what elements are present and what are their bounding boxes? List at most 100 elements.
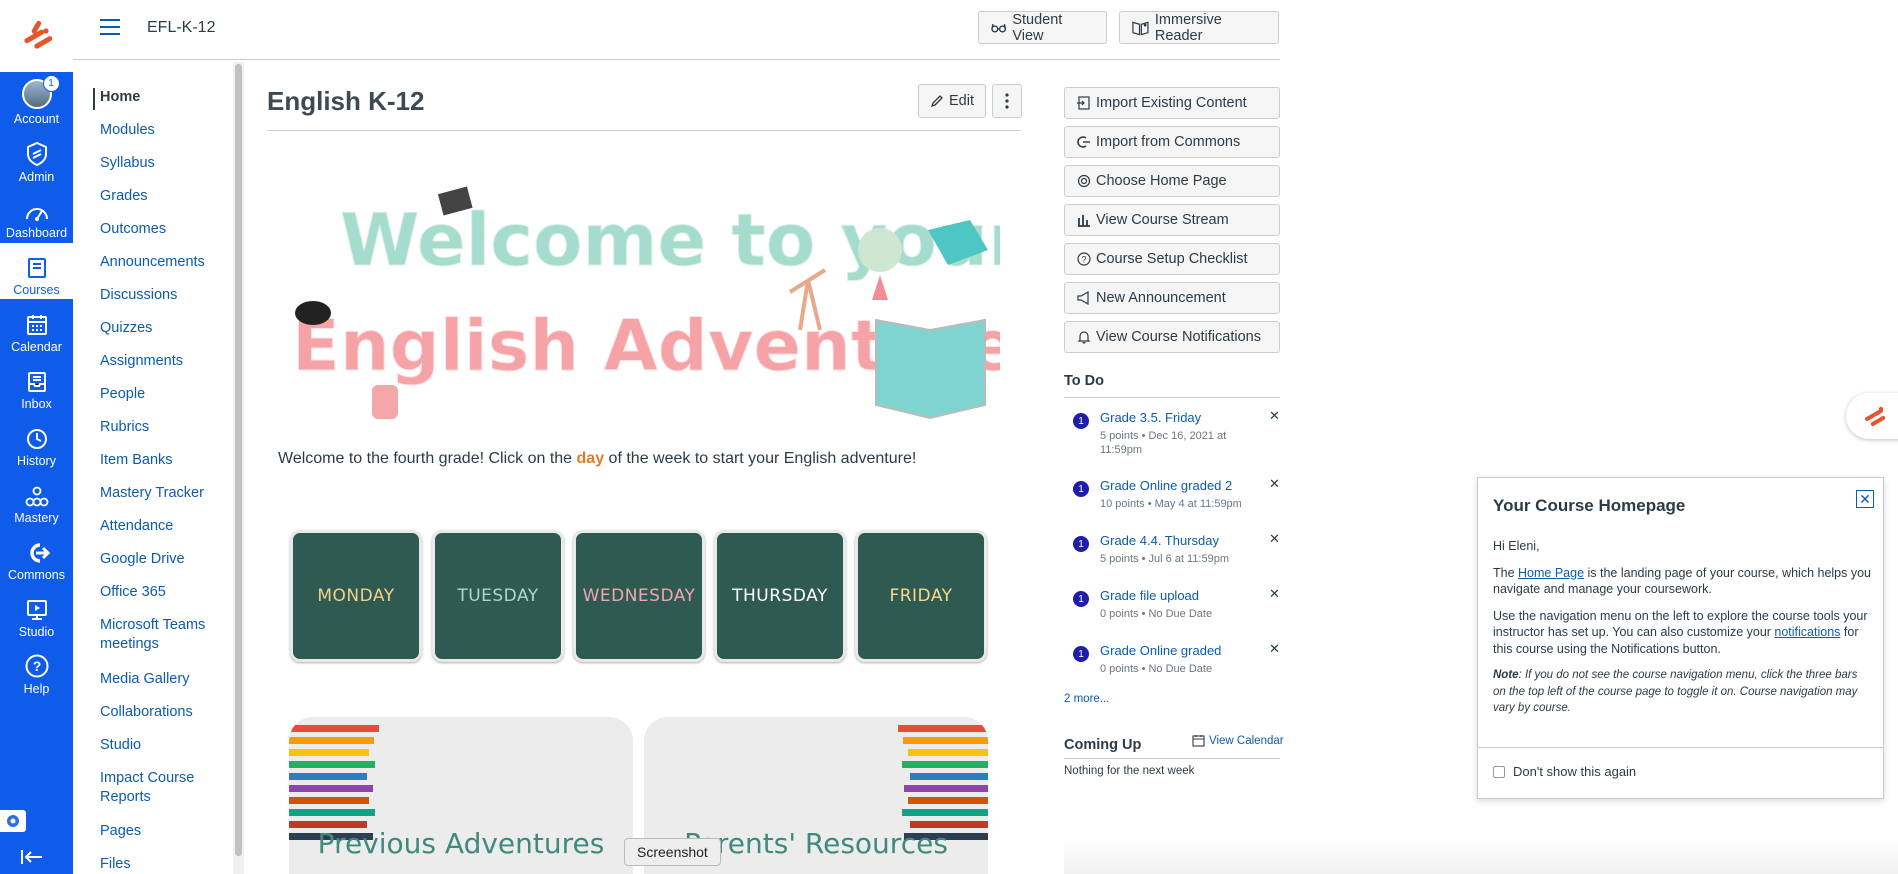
course-nav-studio[interactable]: Studio xyxy=(100,736,228,755)
todo-divider xyxy=(1064,397,1280,398)
import-existing-content-button[interactable]: Import Existing Content xyxy=(1064,87,1280,119)
welcome-banner-image: Welcome to your English Adventure! xyxy=(292,186,1000,420)
course-nav-assignments[interactable]: Assignments xyxy=(100,352,228,371)
course-nav-mastery-tracker[interactable]: Mastery Tracker xyxy=(100,484,228,503)
course-header: EFL-K-12 Student View Immersive Reader xyxy=(73,0,1280,60)
todo-title[interactable]: Grade file upload xyxy=(1100,588,1199,603)
todo-title[interactable]: Grade Online graded 2 xyxy=(1100,478,1232,493)
view-course-stream-button[interactable]: View Course Stream xyxy=(1064,204,1280,236)
course-nav-teams-meetings[interactable]: Microsoft Teams meetings xyxy=(100,616,228,654)
popover-title: Your Course Homepage xyxy=(1493,496,1686,515)
home-page-link[interactable]: Home Page xyxy=(1518,566,1584,580)
course-nav-scroll-thumb[interactable] xyxy=(235,64,242,856)
global-nav-account[interactable]: 1 Account xyxy=(0,72,73,128)
new-announcement-button[interactable]: New Announcement xyxy=(1064,282,1280,314)
banner-line-1: Welcome to your xyxy=(340,198,1000,282)
day-label: THURSDAY xyxy=(732,586,828,606)
course-nav-office-365[interactable]: Office 365 xyxy=(100,583,228,602)
course-nav-impact-reports[interactable]: Impact Course Reports xyxy=(100,769,228,807)
todo-more-link[interactable]: 2 more... xyxy=(1064,693,1109,705)
more-options-button[interactable] xyxy=(992,84,1022,118)
import-from-commons-button[interactable]: Import from Commons xyxy=(1064,126,1280,158)
student-view-button[interactable]: Student View xyxy=(978,11,1107,44)
global-nav-inbox[interactable]: Inbox xyxy=(0,357,73,413)
global-nav-studio[interactable]: Studio xyxy=(0,585,73,641)
view-calendar-label: View Calendar xyxy=(1209,734,1284,747)
sidebar-button-label: Import Existing Content xyxy=(1096,95,1247,111)
day-card-wednesday[interactable]: WEDNESDAY xyxy=(573,530,705,662)
globe-icon xyxy=(858,228,902,272)
intro-text-end: of the week to start your English advent… xyxy=(604,450,917,467)
day-card-tuesday[interactable]: TUESDAY xyxy=(432,530,564,662)
studio-mini-button[interactable] xyxy=(0,810,26,832)
course-nav-home[interactable]: Home xyxy=(100,88,228,107)
view-course-notifications-button[interactable]: View Course Notifications xyxy=(1064,321,1280,353)
todo-meta: 0 points • No Due Date xyxy=(1100,608,1213,620)
edit-label: Edit xyxy=(949,93,974,109)
course-nav-google-drive[interactable]: Google Drive xyxy=(100,550,228,569)
close-icon: ✕ xyxy=(1859,490,1871,507)
dont-show-again-option[interactable]: Don't show this again xyxy=(1493,764,1636,779)
course-nav-discussions[interactable]: Discussions xyxy=(100,286,228,305)
dismiss-icon[interactable]: ✕ xyxy=(1269,586,1280,602)
course-nav-media-gallery[interactable]: Media Gallery xyxy=(100,670,228,689)
todo-title[interactable]: Grade Online graded xyxy=(1100,643,1221,658)
todo-title[interactable]: Grade 3.5. Friday xyxy=(1100,410,1201,425)
course-nav-grades[interactable]: Grades xyxy=(100,187,228,206)
course-setup-checklist-button[interactable]: ? Course Setup Checklist xyxy=(1064,243,1280,275)
todo-title[interactable]: Grade 4.4. Thursday xyxy=(1100,533,1219,548)
course-nav-files[interactable]: Files xyxy=(100,855,228,874)
global-nav-admin[interactable]: Admin xyxy=(0,130,73,186)
course-nav-quizzes[interactable]: Quizzes xyxy=(100,319,228,338)
course-nav-modules[interactable]: Modules xyxy=(100,121,228,140)
course-homepage-popover: Your Course Homepage ✕ Hi Eleni, The Hom… xyxy=(1477,477,1884,799)
choose-home-page-button[interactable]: Choose Home Page xyxy=(1064,165,1280,197)
sidebar-button-label: View Course Stream xyxy=(1096,212,1229,228)
popover-body: Hi Eleni, The Home Page is the landing p… xyxy=(1493,538,1873,727)
global-nav-courses[interactable]: Courses xyxy=(0,243,73,299)
glasses-icon xyxy=(991,23,1007,33)
day-card-friday[interactable]: FRIDAY xyxy=(855,530,987,662)
global-nav-calendar[interactable]: Calendar xyxy=(0,300,73,356)
toggle-course-nav-button[interactable] xyxy=(99,18,121,41)
course-nav-rubrics[interactable]: Rubrics xyxy=(100,418,228,437)
global-nav-mastery[interactable]: Mastery xyxy=(0,471,73,527)
course-nav-collaborations[interactable]: Collaborations xyxy=(100,703,228,722)
immersive-reader-button[interactable]: Immersive Reader xyxy=(1119,11,1279,44)
todo-heading: To Do xyxy=(1064,373,1104,389)
course-nav-people[interactable]: People xyxy=(100,385,228,404)
dismiss-icon[interactable]: ✕ xyxy=(1269,531,1280,547)
global-nav-dashboard[interactable]: Dashboard xyxy=(0,186,73,242)
course-nav-item-banks[interactable]: Item Banks xyxy=(100,451,228,470)
todo-count-badge: 1 xyxy=(1073,536,1089,552)
dismiss-icon[interactable]: ✕ xyxy=(1269,476,1280,492)
edit-button[interactable]: Edit xyxy=(918,84,986,118)
previous-adventures-card[interactable]: Previous Adventures xyxy=(289,717,633,874)
day-card-monday[interactable]: MONDAY xyxy=(290,530,422,662)
dismiss-icon[interactable]: ✕ xyxy=(1269,641,1280,657)
close-popover-button[interactable]: ✕ xyxy=(1856,490,1874,508)
global-nav-label: Admin xyxy=(18,170,55,184)
notifications-link[interactable]: notifications xyxy=(1774,625,1840,639)
course-nav-pages[interactable]: Pages xyxy=(100,822,228,841)
sidebar-button-label: New Announcement xyxy=(1096,290,1226,306)
global-nav-commons[interactable]: Commons xyxy=(0,528,73,584)
course-nav-attendance[interactable]: Attendance xyxy=(100,517,228,536)
global-nav-history[interactable]: History xyxy=(0,414,73,470)
canvas-assist-button[interactable] xyxy=(1846,393,1898,439)
course-nav-announcements[interactable]: Announcements xyxy=(100,253,228,272)
canvas-logo[interactable] xyxy=(0,0,73,72)
dismiss-icon[interactable]: ✕ xyxy=(1269,408,1280,424)
note-text: : If you do not see the course navigatio… xyxy=(1493,669,1858,714)
global-nav-help[interactable]: ? Help xyxy=(0,642,73,698)
todo-meta: 10 points • May 4 at 11:59pm xyxy=(1100,498,1242,510)
course-nav-outcomes[interactable]: Outcomes xyxy=(100,220,228,239)
breadcrumb[interactable]: EFL-K-12 xyxy=(147,19,215,37)
course-nav-syllabus[interactable]: Syllabus xyxy=(100,154,228,173)
target-icon xyxy=(1077,174,1091,188)
day-card-thursday[interactable]: THURSDAY xyxy=(714,530,846,662)
global-nav-label: Commons xyxy=(8,568,65,582)
collapse-nav-button[interactable] xyxy=(20,848,44,871)
dont-show-again-checkbox[interactable] xyxy=(1493,765,1505,778)
view-calendar-link[interactable]: View Calendar xyxy=(1192,734,1284,747)
